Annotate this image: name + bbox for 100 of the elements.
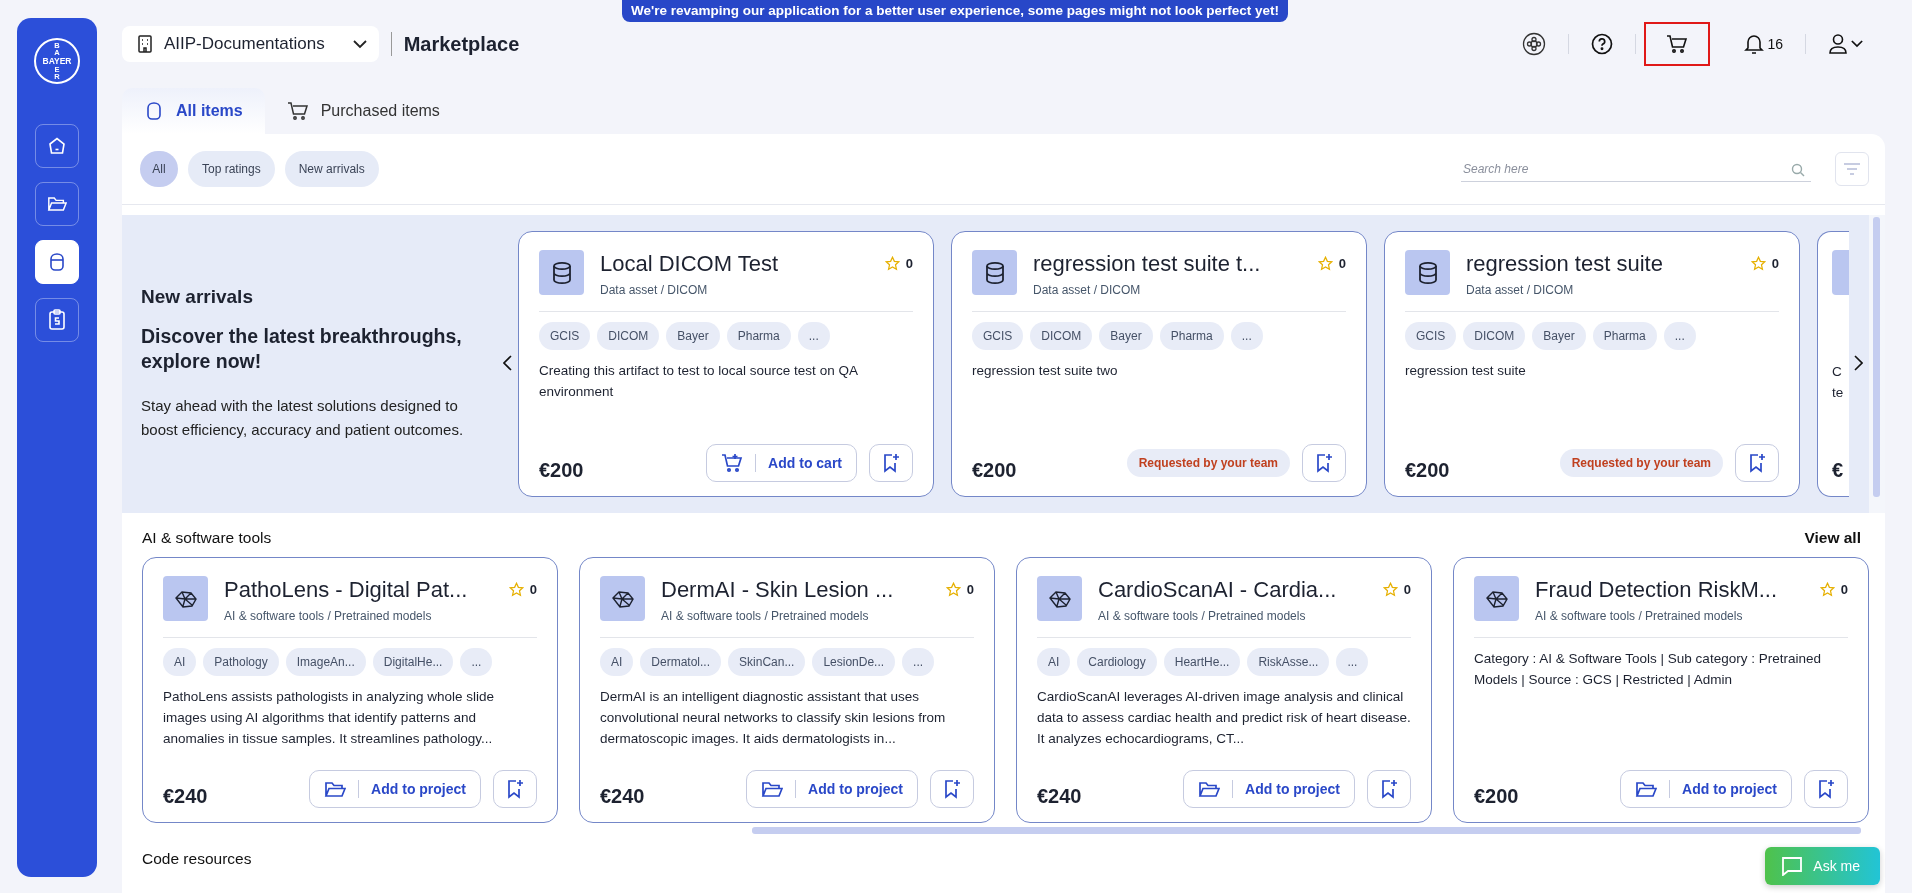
section-heading: New arrivals xyxy=(141,286,254,308)
card-title[interactable]: regression test suite xyxy=(1466,250,1735,278)
section-heading: AI & software tools xyxy=(142,529,272,547)
product-card[interactable]: C te € xyxy=(1817,231,1849,497)
sidebar-button[interactable] xyxy=(35,240,79,284)
filter-chip[interactable]: New arrivals xyxy=(284,151,379,187)
card-title[interactable]: PathoLens - Digital Pat... xyxy=(224,576,493,604)
search-field[interactable]: Search here xyxy=(1461,156,1811,182)
bag-icon xyxy=(144,101,164,121)
card-category: Data asset / DICOM xyxy=(600,283,709,297)
price: €200 xyxy=(539,457,584,482)
add-button[interactable]: Add to project xyxy=(1183,770,1355,808)
card-description: DermAI is an intelligent diagnostic assistant that uses convolutional neural networks to classify skin lesions from dermatoscopic images. It aids dermatologists in... xyxy=(600,688,947,748)
bookmark-plus-icon xyxy=(506,779,524,799)
card-category: Data asset / DICOM xyxy=(1466,283,1575,297)
bookmark-button[interactable] xyxy=(1735,444,1779,482)
bookmark-button[interactable] xyxy=(930,770,974,808)
card-description: Creating this artifact to test to local source test on QA environment xyxy=(539,362,859,401)
bookmark-button[interactable] xyxy=(493,770,537,808)
card-title[interactable]: CardioScanAI - Cardia... xyxy=(1098,576,1367,604)
page-title: Marketplace xyxy=(403,32,520,56)
tab[interactable]: All items xyxy=(122,88,265,134)
sidebar-button[interactable] xyxy=(35,298,79,342)
add-button[interactable]: Add to cart xyxy=(706,444,857,482)
tag-chip: Pharma xyxy=(1159,322,1224,350)
product-card[interactable]: regression test suite Data asset / DICOM 0 GCIS DICOM Bayer Pharma ... regression test suite €200 Requested by your team xyxy=(1384,231,1800,497)
sidebar-button[interactable] xyxy=(35,124,79,168)
product-card[interactable] xyxy=(142,557,558,823)
star-icon xyxy=(1382,582,1398,597)
bookmark-button[interactable] xyxy=(1302,444,1346,482)
rating-value: 0 xyxy=(1840,582,1848,597)
notice-banner: We're revamping our application for a better user experience, some pages might not look perfect yet! xyxy=(622,0,1288,22)
tag-chip: GCIS xyxy=(972,322,1024,350)
star-icon xyxy=(1819,582,1835,597)
bookmark-button[interactable] xyxy=(869,444,913,482)
card-description: CardioScanAI leverages AI-driven image analysis and clinical data to assess cardiac health and predict risk of heart disease. It analyzes echocardiograms, CT... xyxy=(1037,688,1411,748)
folder-icon xyxy=(1635,779,1658,799)
section-text: Stay ahead with the latest solutions designed to boost efficiency, accuracy and patient outcomes. xyxy=(141,396,465,440)
add-button[interactable]: Add to project xyxy=(746,770,918,808)
view-all-link[interactable]: View all xyxy=(1804,529,1861,547)
network-icon xyxy=(610,588,635,609)
product-card[interactable]: Local DICOM Test Data asset / DICOM 0 GCIS DICOM Bayer Pharma ... Creating this artifact to test to local source test on QA environment €200 Add to cart xyxy=(518,231,934,497)
card-description: C xyxy=(1832,363,1842,381)
tag-chip: HeartHe... xyxy=(1163,648,1241,676)
tag-chip: LesionDe... xyxy=(812,648,896,676)
product-card[interactable] xyxy=(579,557,995,823)
tag-chip: Bayer xyxy=(1532,322,1586,350)
price: €240 xyxy=(1037,783,1082,808)
card-title[interactable]: regression test suite t... xyxy=(1033,250,1302,278)
price: €200 xyxy=(1474,783,1519,808)
tag-chip: ... xyxy=(460,648,493,676)
section-subheading: Discover the latest breakthroughs, explore now! xyxy=(141,324,463,374)
card-description: regression test suite two xyxy=(972,362,1119,380)
card-title[interactable]: Local DICOM Test xyxy=(600,250,869,278)
gear-icon xyxy=(1522,32,1547,56)
card-title[interactable]: DermAI - Skin Lesion ... xyxy=(661,576,930,604)
tag-chip: Bayer xyxy=(1099,322,1153,350)
tag-chip: Pharma xyxy=(726,322,791,350)
product-card[interactable]: Fraud Detection RiskM... AI & software tools / Pretrained models 0 Category : AI & Software Tools | Sub category : Pretrained Models | Source : GCS | Restricted | Admin €200 Add to project xyxy=(1453,557,1869,823)
card-description: Category : AI & Software Tools | Sub category : Pretrained Models | Source : GCS | Restricted | Admin xyxy=(1474,650,1822,689)
chevron-left-icon xyxy=(503,354,512,371)
add-button[interactable]: Add to project xyxy=(309,770,481,808)
bookmark-button[interactable] xyxy=(1804,770,1848,808)
workspace-dropdown[interactable]: AIIP-Documentations xyxy=(122,26,379,62)
rating-value: 0 xyxy=(966,582,974,597)
folder-icon xyxy=(47,195,67,213)
bookmark-plus-icon xyxy=(1748,453,1766,473)
product-card[interactable] xyxy=(1016,557,1432,823)
scrollbar[interactable] xyxy=(1873,217,1880,497)
filter-chip[interactable]: All xyxy=(140,151,178,187)
scrollbar[interactable] xyxy=(752,827,1861,834)
cart-button[interactable] xyxy=(1644,22,1711,66)
tag-chip: ... xyxy=(1663,322,1696,350)
tag-chip: AI xyxy=(1037,648,1071,676)
product-card[interactable]: regression test suite t... Data asset / DICOM 0 GCIS DICOM Bayer Pharma ... regression test suite two €200 Requested by your team xyxy=(951,231,1367,497)
star-icon xyxy=(508,582,524,597)
tag-chip: DICOM xyxy=(1463,322,1526,350)
clipboard-icon xyxy=(48,309,66,331)
logo-text: BAYER xyxy=(42,56,72,66)
card-category: AI & software tools / Pretrained models xyxy=(224,609,433,623)
bookmark-button[interactable] xyxy=(1367,770,1411,808)
sidebar-button[interactable] xyxy=(35,182,79,226)
tab[interactable]: Purchased items xyxy=(264,88,462,134)
home-icon xyxy=(47,136,67,156)
tag-chip: ... xyxy=(1230,322,1263,350)
tag-chip: AI xyxy=(600,648,634,676)
database-icon xyxy=(1416,260,1439,285)
price: €240 xyxy=(600,783,645,808)
tag-chip: GCIS xyxy=(1405,322,1457,350)
user-icon xyxy=(1828,33,1848,55)
building-icon xyxy=(136,34,154,54)
star-icon xyxy=(884,256,900,271)
card-title[interactable]: Fraud Detection RiskM... xyxy=(1535,576,1804,604)
add-button[interactable]: Add to project xyxy=(1620,770,1792,808)
filter-chip[interactable]: Top ratings xyxy=(188,151,275,187)
tag-chip: Cardiology xyxy=(1077,648,1157,676)
notifications-button[interactable]: 16 xyxy=(1730,24,1797,64)
tag-chip: ... xyxy=(797,322,830,350)
database-icon xyxy=(550,260,573,285)
rating-value: 0 xyxy=(1338,256,1346,271)
